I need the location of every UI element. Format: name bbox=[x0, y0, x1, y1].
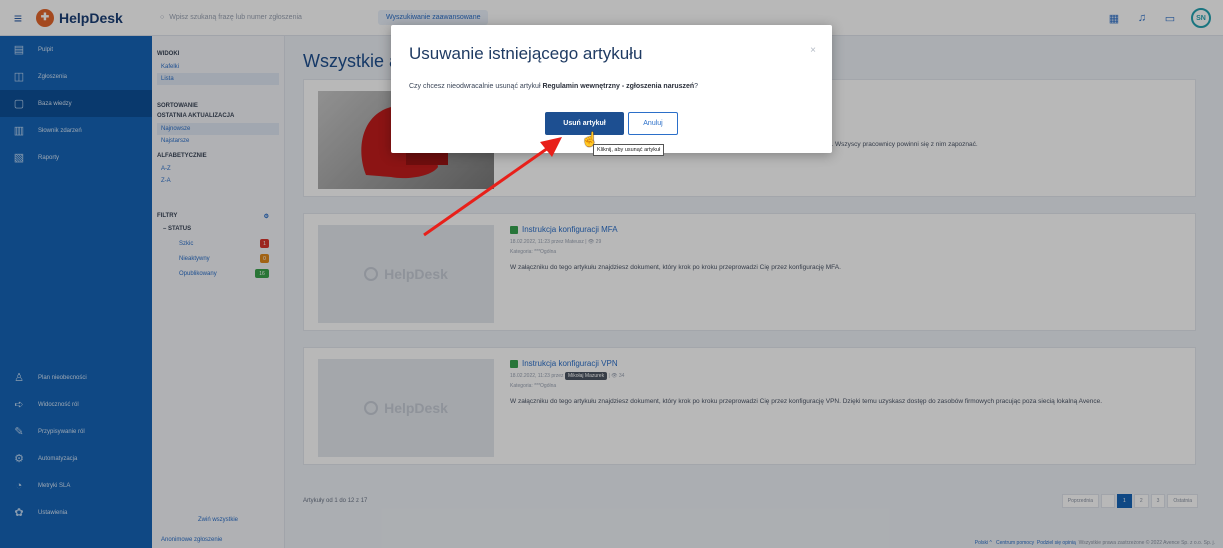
annotation-arrow bbox=[423, 137, 562, 237]
delete-tooltip: Kliknij, aby usunąć artykuł bbox=[593, 144, 665, 156]
